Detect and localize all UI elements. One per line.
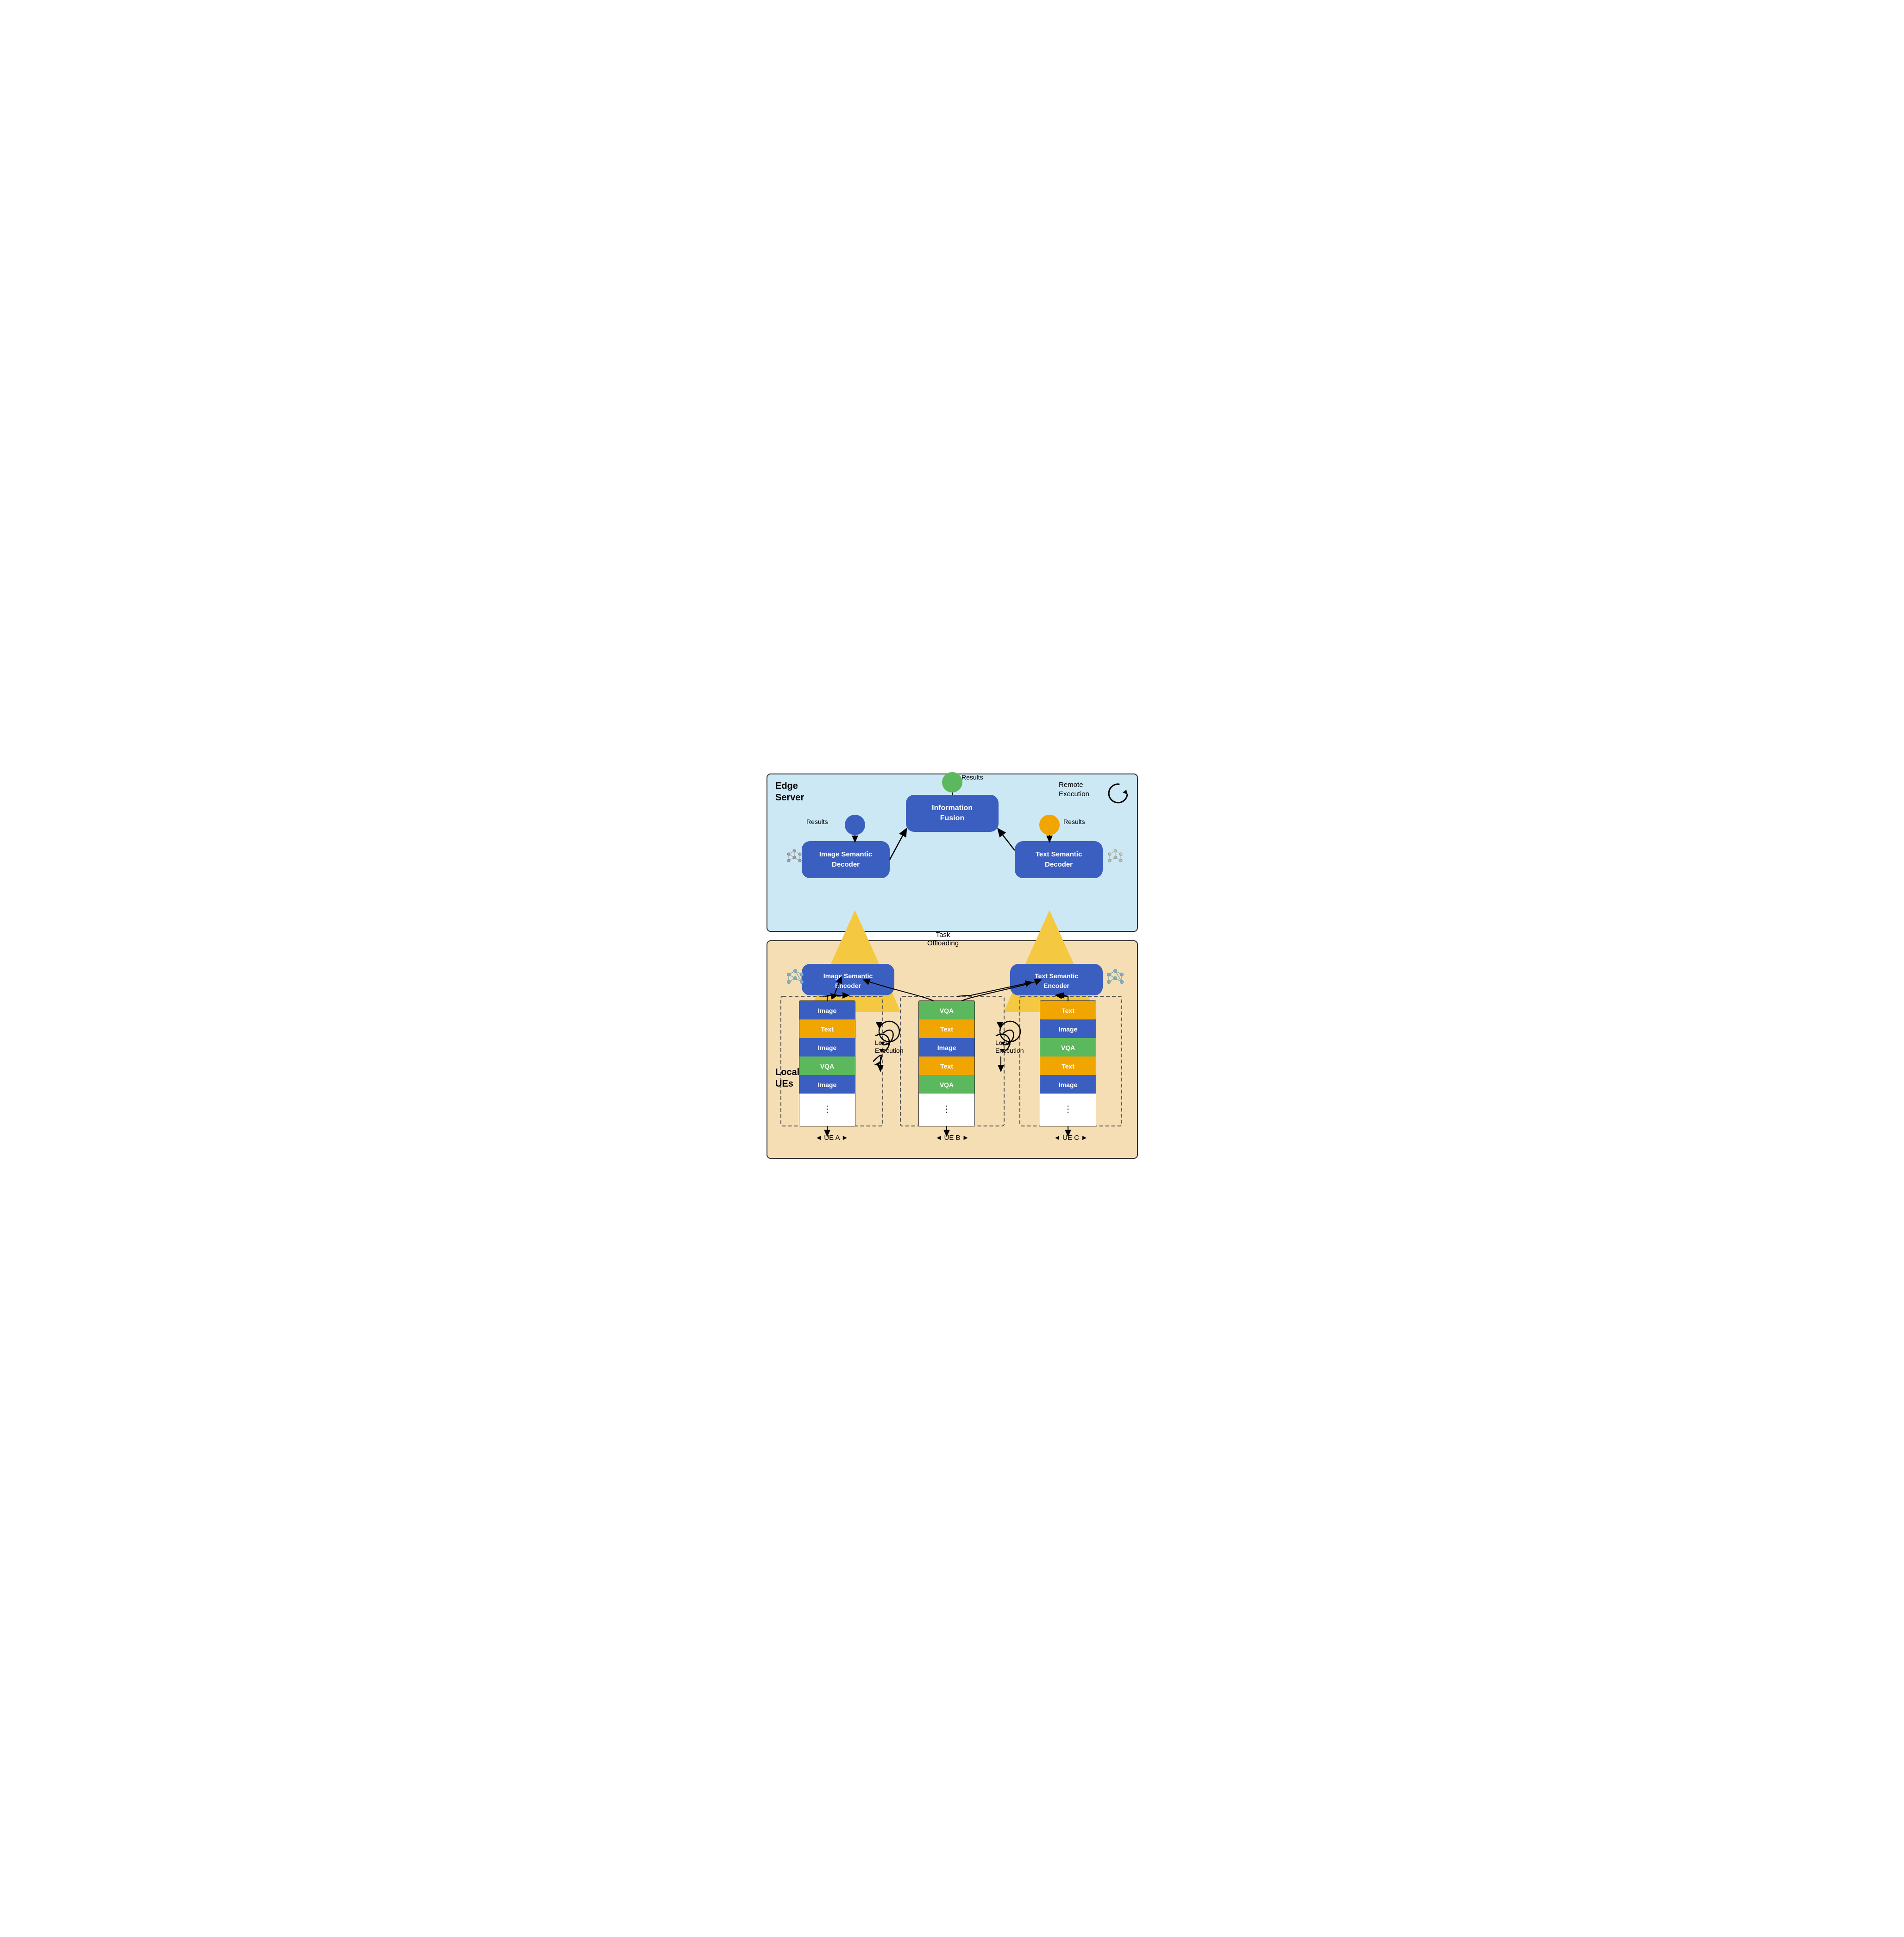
text-encoder-text2: Encoder (1043, 982, 1069, 989)
local-ues-label: Local (775, 1067, 799, 1077)
local-ues-label2: UEs (775, 1079, 793, 1089)
ue-c-dots: ⋮ (1063, 1104, 1073, 1114)
ue-b-label: ◄ UE B ► (935, 1134, 969, 1142)
ue-b-task-2: Text (940, 1025, 953, 1033)
ue-b-task-4: Text (940, 1063, 953, 1070)
ue-a-task-2: Text (821, 1025, 834, 1033)
circle-green-top (942, 772, 962, 792)
ue-c-task-1: Text (1062, 1007, 1075, 1014)
edge-server-label: Edge (775, 781, 798, 791)
circle-blue-left (845, 815, 865, 835)
remote-execution-label2: Execution (1059, 790, 1089, 798)
ue-a-label: ◄ UE A ► (815, 1134, 848, 1142)
text-encoder-box (1010, 964, 1103, 995)
ue-b-task-5: VQA (939, 1081, 953, 1088)
local-exec-a-label2: Execution (875, 1047, 903, 1054)
text-decoder-text: Text Semantic (1035, 850, 1082, 858)
task-offloading-label2: Offloading (927, 939, 958, 947)
text-decoder-box (1015, 841, 1103, 878)
diagram-container: Edge Server Remote Execution Information… (762, 769, 1142, 1168)
image-encoder-box (802, 964, 894, 995)
ue-a-task-4: VQA (820, 1063, 834, 1070)
ue-a-task-5: Image (817, 1081, 836, 1088)
results-right-label: Results (1063, 818, 1085, 825)
image-encoder-text: Image Semantic (823, 972, 873, 980)
ue-a-task-1: Image (817, 1007, 836, 1014)
ue-b-task-3: Image (937, 1044, 956, 1051)
ue-b-task-1: VQA (939, 1007, 953, 1014)
task-offloading-label: Task (936, 931, 950, 939)
circle-yellow-right (1039, 815, 1060, 835)
ue-c-label: ◄ UE C ► (1054, 1134, 1088, 1142)
information-fusion-box (906, 795, 999, 832)
ue-b-dots: ⋮ (942, 1104, 951, 1114)
image-decoder-text: Image Semantic (819, 850, 872, 858)
text-decoder-text2: Decoder (1044, 861, 1072, 868)
ue-c-task-5: Image (1058, 1081, 1077, 1088)
ue-c-task-3: VQA (1061, 1044, 1075, 1051)
information-fusion-text2: Fusion (940, 814, 964, 822)
image-decoder-text2: Decoder (831, 861, 859, 868)
remote-execution-label: Remote (1059, 781, 1083, 789)
results-left-label: Results (806, 818, 828, 825)
ue-c-task-2: Image (1058, 1025, 1077, 1033)
ue-a-dots: ⋮ (823, 1104, 832, 1114)
text-encoder-text: Text Semantic (1035, 972, 1078, 980)
ue-c-task-4: Text (1062, 1063, 1075, 1070)
ue-a-task-3: Image (817, 1044, 836, 1051)
local-exec-b-label2: Execution (995, 1047, 1024, 1054)
results-top-label: Results (961, 774, 983, 781)
information-fusion-text: Information (932, 804, 973, 812)
edge-server-label2: Server (775, 792, 804, 803)
image-decoder-box (802, 841, 890, 878)
